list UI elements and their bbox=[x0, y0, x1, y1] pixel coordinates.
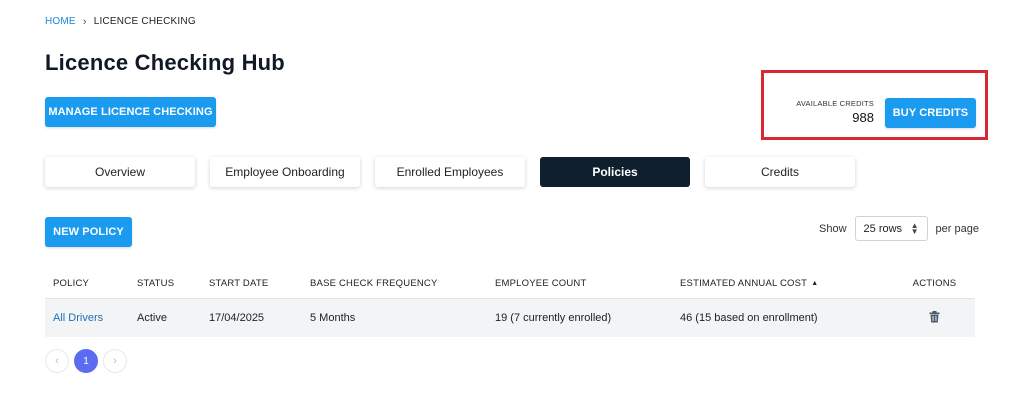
page-1-button[interactable]: 1 bbox=[74, 349, 98, 373]
tab-credits[interactable]: Credits bbox=[705, 157, 855, 187]
cell-frequency: 5 Months bbox=[310, 312, 356, 324]
tab-employee-onboarding[interactable]: Employee Onboarding bbox=[210, 157, 360, 187]
header-base-check-frequency[interactable]: BASE CHECK FREQUENCY bbox=[310, 278, 495, 289]
policies-table: POLICY STATUS START DATE BASE CHECK FREQ… bbox=[45, 268, 975, 337]
select-arrows-icon: ▲ ▼ bbox=[910, 220, 919, 236]
pagination: ‹ 1 › bbox=[45, 349, 132, 373]
page-title: Licence Checking Hub bbox=[45, 50, 285, 75]
chevron-right-icon: › bbox=[82, 16, 87, 28]
rows-per-page-select[interactable]: 25 rows ▲ ▼ bbox=[854, 216, 928, 241]
cell-status: Active bbox=[137, 312, 167, 324]
cell-annual-cost: 46 (15 based on enrollment) bbox=[680, 312, 818, 324]
credits-info: AVAILABLE CREDITS 988 bbox=[794, 99, 874, 125]
table-header-row: POLICY STATUS START DATE BASE CHECK FREQ… bbox=[45, 268, 975, 299]
header-estimated-annual-cost-wrap[interactable]: ESTIMATED ANNUAL COST ▲ bbox=[680, 278, 894, 289]
trash-icon[interactable] bbox=[929, 310, 940, 326]
tab-policies[interactable]: Policies bbox=[540, 157, 690, 187]
breadcrumb-current: LICENCE CHECKING bbox=[93, 15, 196, 27]
manage-licence-checking-button[interactable]: MANAGE LICENCE CHECKING bbox=[45, 97, 216, 127]
cell-employee-count: 19 (7 currently enrolled) bbox=[495, 312, 612, 324]
rows-per-page-value: 25 rows bbox=[863, 222, 903, 235]
buy-credits-button[interactable]: BUY CREDITS bbox=[885, 98, 976, 128]
available-credits-value: 988 bbox=[852, 110, 874, 125]
header-actions: ACTIONS bbox=[912, 277, 957, 289]
table-row: All Drivers Active 17/04/2025 5 Months 1… bbox=[45, 299, 975, 337]
new-policy-button[interactable]: NEW POLICY bbox=[45, 217, 132, 247]
cell-start-date: 17/04/2025 bbox=[209, 312, 265, 324]
tab-bar: Overview Employee Onboarding Enrolled Em… bbox=[45, 157, 870, 187]
policy-link[interactable]: All Drivers bbox=[53, 312, 103, 324]
header-policy[interactable]: POLICY bbox=[45, 278, 137, 289]
tab-enrolled-employees[interactable]: Enrolled Employees bbox=[375, 157, 525, 187]
tab-overview[interactable]: Overview bbox=[45, 157, 195, 187]
per-page-label: per page bbox=[935, 222, 979, 235]
breadcrumb-home-link[interactable]: HOME bbox=[45, 16, 76, 27]
header-estimated-annual-cost: ESTIMATED ANNUAL COST bbox=[680, 277, 808, 289]
show-label: Show bbox=[819, 222, 847, 235]
header-status[interactable]: STATUS bbox=[137, 278, 209, 289]
available-credits-label: AVAILABLE CREDITS bbox=[796, 99, 874, 108]
sort-ascending-icon: ▲ bbox=[811, 279, 819, 287]
credits-panel: AVAILABLE CREDITS 988 BUY CREDITS bbox=[761, 70, 988, 140]
previous-page-button[interactable]: ‹ bbox=[45, 349, 69, 373]
header-employee-count[interactable]: EMPLOYEE COUNT bbox=[495, 278, 680, 289]
page-size-control: Show 25 rows ▲ ▼ per page bbox=[819, 216, 979, 241]
header-start-date[interactable]: START DATE bbox=[209, 278, 310, 289]
breadcrumb: HOME › LICENCE CHECKING bbox=[45, 15, 196, 29]
next-page-button[interactable]: › bbox=[103, 349, 127, 373]
